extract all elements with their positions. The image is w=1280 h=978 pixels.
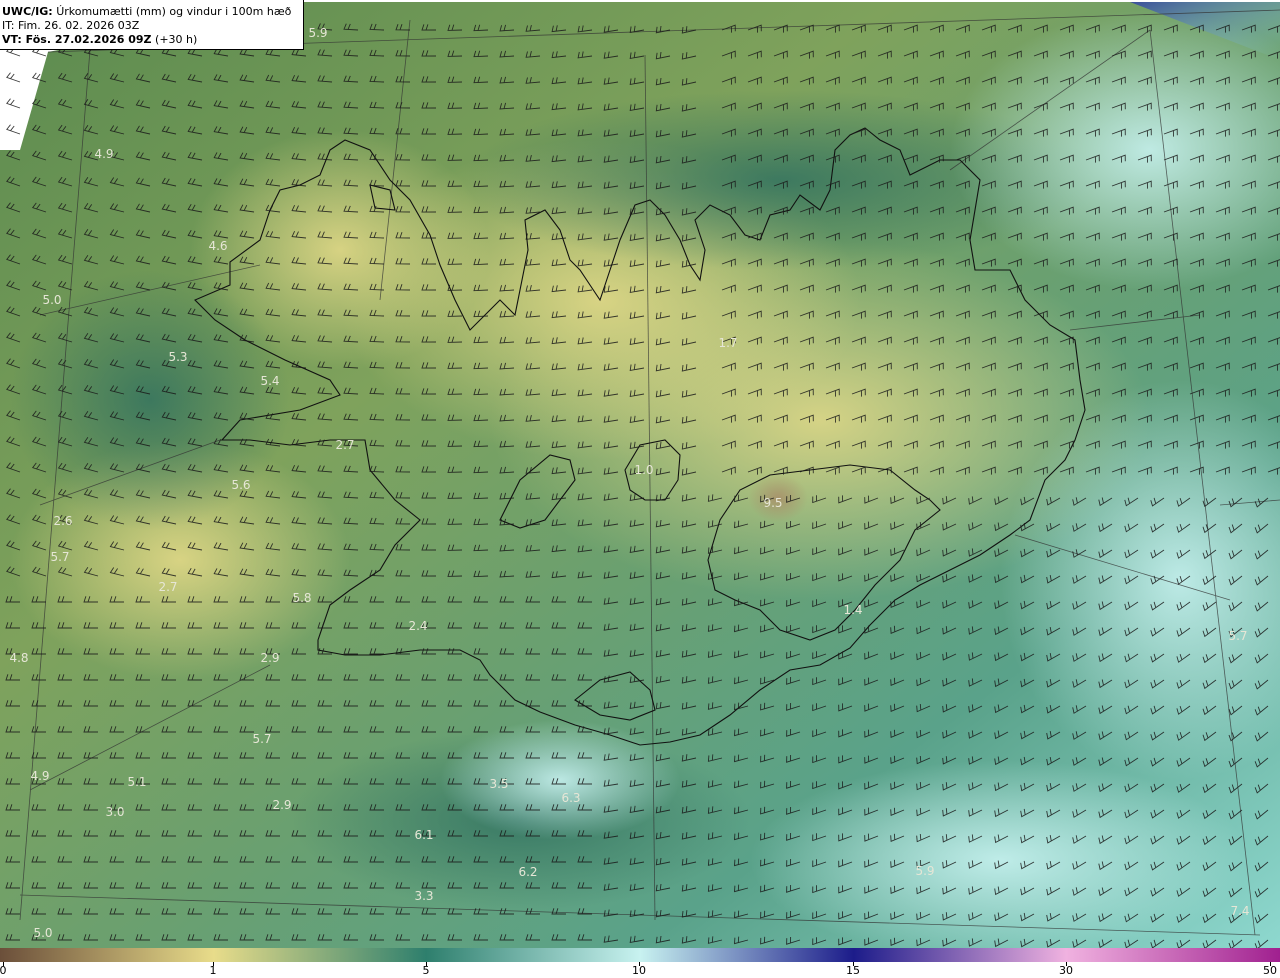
max-value-label: 6.3 — [561, 791, 581, 805]
max-value-label: 4.8 — [9, 651, 29, 665]
max-value-label: 3.3 — [414, 889, 434, 903]
colorbar-tick-label: 15 — [846, 964, 860, 977]
max-value-label: 5.8 — [292, 591, 312, 605]
valid-time: VT: Fös. 27.02.2026 09Z — [2, 33, 152, 46]
max-value-label: 3.5 — [489, 777, 509, 791]
max-value-label: 3.0 — [105, 805, 125, 819]
product-name: UWC/IG: — [2, 5, 53, 18]
max-value-label: 6.1 — [414, 828, 434, 842]
max-value-label: 6.2 — [518, 865, 538, 879]
max-value-label: 4.9 — [30, 769, 50, 783]
max-value-label: 5.0 — [33, 926, 53, 940]
colorbar-tick-label: 0 — [0, 964, 7, 977]
max-value-label: 2.7 — [335, 438, 355, 452]
max-value-label: 2.4 — [408, 619, 428, 633]
max-value-label: 2.6 — [53, 514, 73, 528]
max-value-label: 5.7 — [50, 550, 70, 564]
max-value-label: 5.7 — [252, 732, 272, 746]
max-value-label: 4.9 — [94, 147, 114, 161]
max-value-label: 5.7 — [1228, 629, 1248, 643]
colorbar-tick-label: 1 — [209, 964, 217, 977]
title-box: UWC/IG: Úrkomumætti (mm) og vindur i 100… — [0, 0, 304, 50]
max-value-label: 1.4 — [843, 603, 863, 617]
max-value-label: 2.9 — [260, 651, 280, 665]
max-value-label: 4.6 — [208, 239, 228, 253]
max-value-label: 7.4 — [1230, 904, 1250, 918]
max-value-label: 1.0 — [634, 463, 654, 477]
forecast-offset: (+30 h) — [155, 33, 198, 46]
max-value-label: 5.3 — [168, 350, 188, 364]
issue-time: IT: Fim. 26. 02. 2026 03Z — [2, 19, 140, 32]
max-value-label: 5.9 — [915, 864, 935, 878]
max-value-label: 5.6 — [231, 478, 251, 492]
colorbar — [0, 948, 1280, 962]
max-value-label: 1.7 — [718, 336, 738, 350]
colorbar-tick-label: 30 — [1059, 964, 1073, 977]
max-value-label: 5.1 — [127, 775, 147, 789]
colorbar-tick-label: 5 — [422, 964, 430, 977]
product-description: Úrkomumætti (mm) og vindur i 100m hæð — [56, 5, 292, 18]
max-value-label: 9.5 — [763, 496, 783, 510]
max-value-label: 5.9 — [308, 26, 328, 40]
colorbar-tick-label: 10 — [632, 964, 646, 977]
max-value-label: 2.7 — [158, 580, 178, 594]
max-value-label: 5.4 — [260, 374, 280, 388]
colorbar-tick-label: 50 — [1263, 964, 1277, 977]
max-value-label: 2.9 — [272, 798, 292, 812]
max-value-label: 5.0 — [42, 293, 62, 307]
